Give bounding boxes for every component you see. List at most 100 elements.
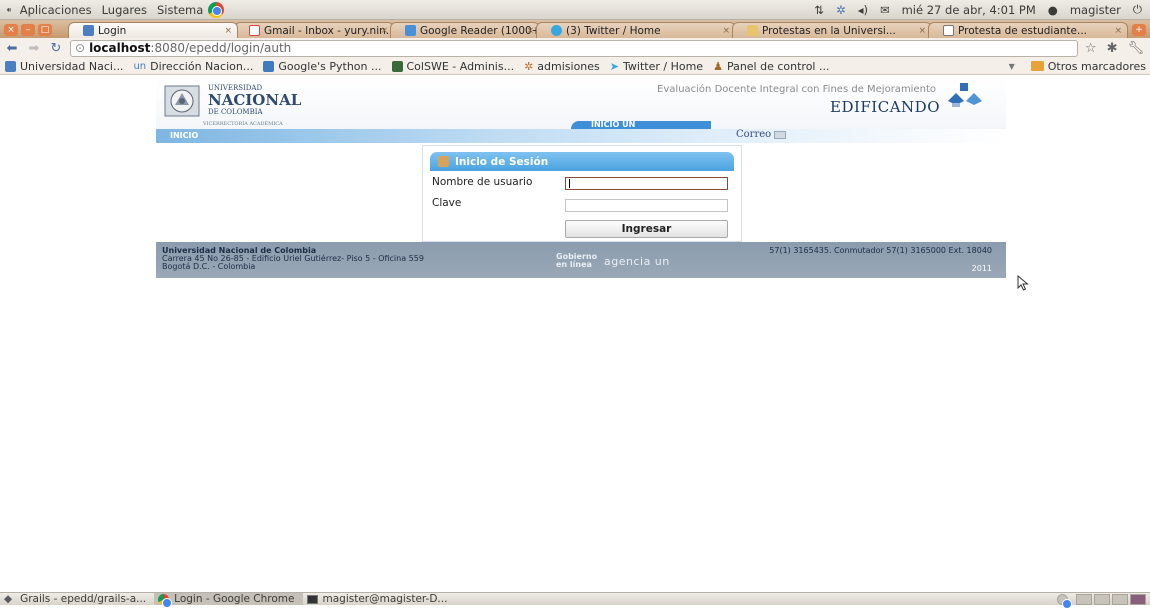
mail-icon[interactable]: ✉ xyxy=(880,3,890,17)
nav-inicio-un[interactable]: INICIO UN xyxy=(571,121,711,129)
tab-twitter[interactable]: (3) Twitter / Home × xyxy=(536,22,736,38)
reload-icon[interactable]: ↻ xyxy=(48,41,64,56)
forward-icon[interactable]: ➡ xyxy=(26,41,42,56)
bottom-panel: ◆ Grails - epedd/grails-a... Login - Goo… xyxy=(0,592,1150,609)
news-icon xyxy=(943,25,954,36)
bookmark-item[interactable]: Universidad Naci... xyxy=(0,60,128,73)
window-controls: × – □ xyxy=(0,22,56,38)
star-bookmark-icon[interactable]: ☆ xyxy=(1085,41,1097,56)
taskbar-item-grails[interactable]: Grails - epedd/grails-a... xyxy=(16,593,154,605)
close-tab-icon[interactable]: × xyxy=(526,26,534,36)
taskbar-item-terminal[interactable]: magister@magister-D... xyxy=(303,593,456,605)
volume-icon[interactable]: ◂) xyxy=(858,3,868,17)
password-label: Clave xyxy=(432,197,462,209)
new-tab-button[interactable]: + xyxy=(1132,24,1146,36)
workspace-3[interactable] xyxy=(1112,593,1128,605)
chevron-down-icon[interactable]: ▼ xyxy=(1009,62,1015,71)
menu-sistema[interactable]: Sistema xyxy=(152,3,208,17)
user-menu[interactable]: magister xyxy=(1070,3,1121,17)
taskbar-item-chrome[interactable]: Login - Google Chrome xyxy=(154,593,303,608)
close-window-icon[interactable]: × xyxy=(4,24,18,36)
network-icon[interactable]: ⇅ xyxy=(814,3,824,17)
admisiones-icon: ✲ xyxy=(524,59,534,73)
bookmark-item[interactable]: ColSWE - Adminis... xyxy=(387,60,520,73)
tab-protestas[interactable]: Protestas en la Universi... × xyxy=(732,22,932,38)
ingresar-button[interactable]: Ingresar xyxy=(565,220,728,238)
gnome-foot-icon[interactable]: ⁌ xyxy=(0,3,15,17)
close-tab-icon[interactable]: × xyxy=(722,26,730,36)
workspace-2[interactable] xyxy=(1094,593,1110,605)
page-info-icon[interactable]: ⊙ xyxy=(75,41,85,55)
text-caret xyxy=(569,179,570,188)
chrome-launcher-icon[interactable] xyxy=(208,1,225,18)
extension-icon[interactable]: ✱ xyxy=(1107,41,1118,56)
username-input[interactable] xyxy=(565,177,728,190)
maximize-window-icon[interactable]: □ xyxy=(38,24,52,36)
username-label: Nombre de usuario xyxy=(432,176,533,188)
tab-protesta-estudiante[interactable]: Protesta de estudiante... × xyxy=(928,22,1128,38)
nav-inicio[interactable]: INICIO xyxy=(170,131,198,140)
bookmark-label: Twitter / Home xyxy=(623,59,704,73)
login-box: Inicio de Sesión Nombre de usuario Clave… xyxy=(422,145,742,242)
university-seal-icon xyxy=(164,85,200,117)
tab-gmail[interactable]: Gmail - Inbox - yury.nin... × xyxy=(234,22,394,38)
close-tab-icon[interactable]: × xyxy=(918,26,926,36)
bookmark-item[interactable]: ✲ admisiones xyxy=(519,60,605,73)
close-tab-icon[interactable]: × xyxy=(380,26,388,36)
correo-label: Correo xyxy=(736,129,772,140)
menu-aplicaciones[interactable]: Aplicaciones xyxy=(15,3,97,17)
un-favicon-icon xyxy=(83,25,94,36)
footer-year: 2011 xyxy=(971,264,992,273)
bookmark-item[interactable]: un Dirección Nacion... xyxy=(128,60,258,73)
login-header: Inicio de Sesión xyxy=(430,152,734,171)
page-viewport: UNIVERSIDAD NACIONAL DE COLOMBIA VICERRE… xyxy=(0,75,1150,592)
bookmark-item[interactable]: ➤ Twitter / Home xyxy=(605,60,708,73)
bookmarks-bar: Universidad Naci... un Dirección Nacion..… xyxy=(0,58,1150,75)
edificando-logo-icon xyxy=(948,83,982,107)
minimize-window-icon[interactable]: – xyxy=(21,24,35,36)
url-path: :8080/epedd/login/auth xyxy=(150,41,292,55)
nav-bar: INICIO UN INICIO Correo xyxy=(156,121,1006,143)
workspace-1[interactable] xyxy=(1076,593,1092,605)
power-icon[interactable]: ⏻ xyxy=(1133,2,1142,17)
tab-google-reader[interactable]: Google Reader (1000+) × xyxy=(390,22,540,38)
tab-title: Protesta de estudiante... xyxy=(958,24,1088,37)
page-footer: Universidad Nacional de Colombia Carrera… xyxy=(156,242,1006,278)
clock[interactable]: mié 27 de abr, 4:01 PM xyxy=(902,3,1036,17)
other-bookmarks[interactable]: Otros marcadores xyxy=(1048,60,1146,73)
taskbar-item-label: magister@magister-D... xyxy=(322,593,448,605)
folder-icon xyxy=(1030,61,1044,71)
bluetooth-icon[interactable]: ✲ xyxy=(836,3,846,17)
close-tab-icon[interactable]: × xyxy=(1114,26,1122,36)
url-bar[interactable]: ⊙ localhost :8080/epedd/login/auth xyxy=(70,39,1078,57)
bookmark-label: Dirección Nacion... xyxy=(150,59,254,73)
browser-toolbar: ⬅ ➡ ↻ ⊙ localhost :8080/epedd/login/auth… xyxy=(0,38,1150,58)
bookmark-item[interactable]: ♟ Panel de control ... xyxy=(708,60,834,73)
bookmark-item[interactable]: Google's Python ... xyxy=(258,60,386,73)
menu-lugares[interactable]: Lugares xyxy=(97,3,152,17)
show-desktop-icon[interactable]: ◆ xyxy=(0,593,16,605)
footer-address: Universidad Nacional de Colombia Carrera… xyxy=(162,247,424,271)
tab-login[interactable]: Login × xyxy=(68,22,238,38)
colswe-icon xyxy=(391,60,403,72)
user-icon[interactable]: ● xyxy=(1048,3,1058,17)
un-favicon-icon xyxy=(5,60,16,72)
terminal-icon xyxy=(306,594,318,604)
bookmark-label: Universidad Naci... xyxy=(20,59,124,73)
footer-links: Gobierno en línea agencia un xyxy=(556,253,670,269)
footer-phones: 57(1) 3165435. Conmutador 57(1) 3165000 … xyxy=(769,246,992,255)
tab-title: Google Reader (1000+) xyxy=(420,24,540,37)
footer-contact: 57(1) 3165435. Conmutador 57(1) 3165000 … xyxy=(769,246,992,273)
gobierno-en-linea-link[interactable]: Gobierno en línea xyxy=(556,253,597,269)
workspace-4[interactable] xyxy=(1130,593,1146,605)
close-tab-icon[interactable]: × xyxy=(224,26,232,36)
correo-link[interactable]: Correo xyxy=(736,129,787,140)
news-icon xyxy=(747,25,758,36)
wrench-menu-icon[interactable]: 🔧︎ xyxy=(1127,41,1144,56)
back-icon[interactable]: ⬅ xyxy=(4,41,20,56)
agencia-un-link[interactable]: agencia un xyxy=(604,255,670,268)
chrome-tray-icon[interactable] xyxy=(1057,593,1072,609)
password-input[interactable] xyxy=(565,199,728,212)
mouse-pointer-icon xyxy=(1017,275,1029,291)
tab-strip: × – □ Login × Gmail - Inbox - yury.nin..… xyxy=(0,20,1150,38)
